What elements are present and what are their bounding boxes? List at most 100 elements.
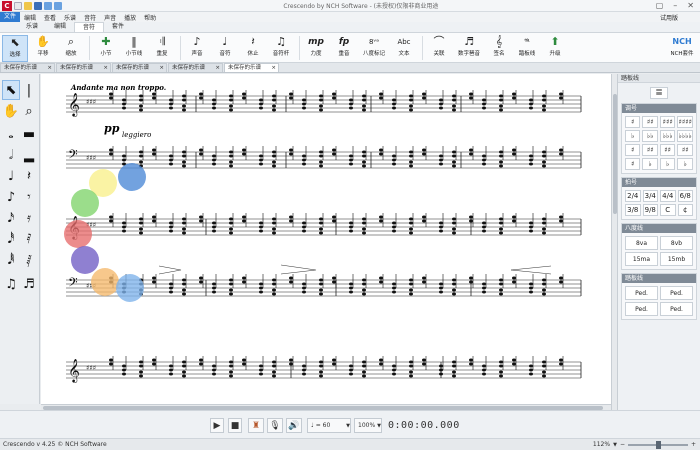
section-title[interactable]: 拍号 bbox=[622, 178, 696, 187]
note-head[interactable] bbox=[482, 364, 486, 368]
octave-button[interactable]: 8ᵛᵃ 八度标记 bbox=[359, 35, 389, 62]
note-head[interactable] bbox=[302, 102, 306, 106]
note-head[interactable] bbox=[349, 290, 353, 294]
note-head[interactable] bbox=[542, 288, 546, 292]
note-head[interactable] bbox=[362, 221, 366, 225]
note-head[interactable] bbox=[482, 106, 486, 110]
note-head[interactable] bbox=[349, 102, 353, 106]
close-window-icon[interactable]: ✕ bbox=[687, 1, 694, 10]
open-file-icon[interactable] bbox=[24, 1, 32, 10]
note-head[interactable] bbox=[169, 372, 173, 376]
note-head[interactable] bbox=[169, 364, 173, 368]
nch-suite-button[interactable]: NCH NCH套件 bbox=[668, 35, 696, 62]
symbol-cell[interactable]: ♭ bbox=[625, 130, 641, 142]
triplet-icon[interactable]: ♫ bbox=[2, 274, 20, 294]
note-head[interactable] bbox=[272, 278, 276, 282]
note-head[interactable] bbox=[229, 164, 233, 168]
symbol-cell[interactable]: ♯♯ bbox=[642, 144, 658, 156]
select-tool-icon[interactable]: ⬉ bbox=[2, 80, 20, 100]
note-head[interactable] bbox=[169, 98, 173, 102]
half-rest-icon[interactable]: ▂ bbox=[20, 145, 38, 165]
note-head[interactable] bbox=[529, 98, 533, 102]
note-head[interactable] bbox=[182, 282, 186, 286]
note-head[interactable] bbox=[212, 286, 216, 290]
note-head[interactable] bbox=[512, 362, 516, 366]
note-head[interactable] bbox=[482, 290, 486, 294]
note-head[interactable] bbox=[559, 219, 563, 223]
note-head[interactable] bbox=[529, 162, 533, 166]
note-head[interactable] bbox=[139, 104, 143, 108]
note-head[interactable] bbox=[212, 158, 216, 162]
note-head[interactable] bbox=[542, 374, 546, 378]
barline-button[interactable]: ‖ 小节线 bbox=[121, 35, 147, 62]
note-bubble-lightblue[interactable] bbox=[116, 274, 144, 302]
note-head[interactable] bbox=[542, 278, 546, 282]
symbol-cell[interactable]: ♯♯♯ bbox=[659, 116, 676, 128]
note-head[interactable] bbox=[439, 229, 443, 233]
note-head[interactable] bbox=[469, 276, 473, 280]
note-head[interactable] bbox=[392, 162, 396, 166]
doc-tab[interactable]: 未保存的乐谱 × bbox=[0, 63, 55, 72]
note-head[interactable] bbox=[259, 102, 263, 106]
note-head[interactable] bbox=[499, 227, 503, 231]
note-head[interactable] bbox=[302, 282, 306, 286]
note-head[interactable] bbox=[319, 370, 323, 374]
note-head[interactable] bbox=[362, 374, 366, 378]
symbol-cell[interactable]: 9/8 bbox=[642, 204, 658, 216]
note-head[interactable] bbox=[139, 227, 143, 231]
note-head[interactable] bbox=[259, 372, 263, 376]
symbol-cell[interactable]: ♭ bbox=[642, 158, 658, 170]
note-head[interactable] bbox=[122, 158, 126, 162]
note-head[interactable] bbox=[379, 152, 383, 156]
note-head[interactable] bbox=[259, 286, 263, 290]
note-head[interactable] bbox=[319, 98, 323, 102]
note-head[interactable] bbox=[482, 286, 486, 290]
note-head[interactable] bbox=[499, 288, 503, 292]
note-head[interactable] bbox=[349, 368, 353, 372]
symbol-cell[interactable]: ♯ bbox=[625, 158, 641, 170]
note-head[interactable] bbox=[529, 154, 533, 158]
tab-score[interactable]: 乐谱 bbox=[18, 22, 46, 32]
note-head[interactable] bbox=[362, 227, 366, 231]
note-head[interactable] bbox=[242, 215, 246, 219]
note-head[interactable] bbox=[122, 372, 126, 376]
note-head[interactable] bbox=[409, 364, 413, 368]
chevron-down-icon[interactable]: ▼ bbox=[613, 439, 617, 450]
note-head[interactable] bbox=[559, 215, 563, 219]
redo-icon[interactable] bbox=[54, 1, 62, 10]
note-head[interactable] bbox=[452, 160, 456, 164]
menu-score[interactable]: 乐谱 bbox=[60, 13, 80, 22]
note-head[interactable] bbox=[362, 150, 366, 154]
section-title[interactable]: 踏板线 bbox=[622, 274, 696, 283]
restore-window-icon[interactable]: ▢ bbox=[656, 1, 664, 10]
note-head[interactable] bbox=[409, 374, 413, 378]
note-head[interactable] bbox=[152, 152, 156, 156]
note-head[interactable] bbox=[422, 362, 426, 366]
note-head[interactable] bbox=[452, 231, 456, 235]
note-head[interactable] bbox=[362, 364, 366, 368]
note-head[interactable] bbox=[152, 96, 156, 100]
note-head[interactable] bbox=[212, 154, 216, 158]
beam-icon[interactable]: ♬ bbox=[20, 274, 38, 294]
note-head[interactable] bbox=[169, 290, 173, 294]
note-head[interactable] bbox=[139, 154, 143, 158]
note-head[interactable] bbox=[182, 94, 186, 98]
note-head[interactable] bbox=[469, 280, 473, 284]
note-head[interactable] bbox=[272, 231, 276, 235]
note-head[interactable] bbox=[499, 98, 503, 102]
note-head[interactable] bbox=[272, 364, 276, 368]
note-head[interactable] bbox=[332, 276, 336, 280]
note-head[interactable] bbox=[392, 372, 396, 376]
note-head[interactable] bbox=[182, 221, 186, 225]
note-head[interactable] bbox=[182, 374, 186, 378]
note-head[interactable] bbox=[362, 160, 366, 164]
note-head[interactable] bbox=[469, 215, 473, 219]
note-head[interactable] bbox=[542, 231, 546, 235]
note-head[interactable] bbox=[542, 160, 546, 164]
note-button[interactable]: ♩ 音符 bbox=[212, 35, 238, 62]
note-head[interactable] bbox=[362, 217, 366, 221]
note-head[interactable] bbox=[289, 96, 293, 100]
note-head[interactable] bbox=[229, 154, 233, 158]
note-head[interactable] bbox=[452, 370, 456, 374]
note-head[interactable] bbox=[452, 227, 456, 231]
